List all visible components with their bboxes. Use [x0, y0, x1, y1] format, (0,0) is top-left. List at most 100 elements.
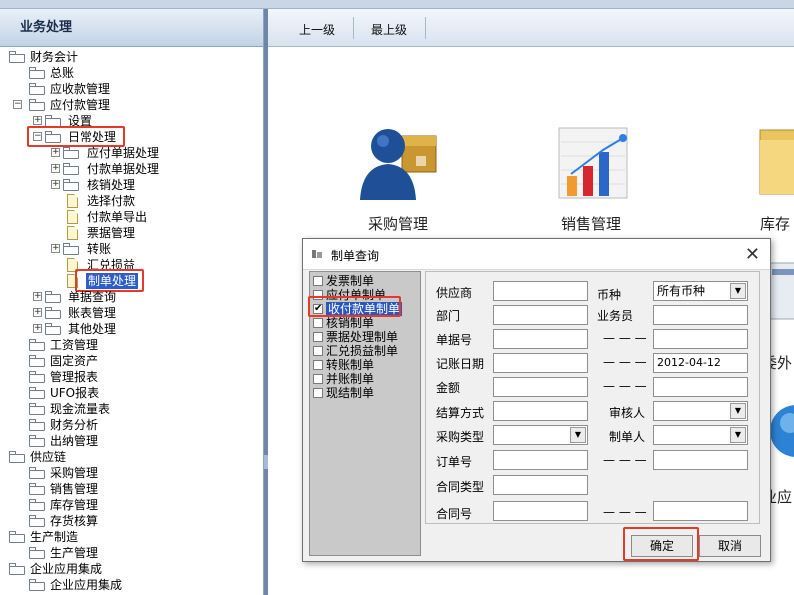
expand-icon[interactable]: + — [51, 164, 60, 173]
range-separator: — — — — [603, 453, 647, 467]
highlight-box — [623, 527, 699, 561]
voucher-type-label: 发票制单 — [326, 274, 375, 288]
dropdown-arrow-icon[interactable]: ▼ — [730, 283, 746, 299]
range-separator: — — — — [603, 505, 647, 519]
folder-icon — [29, 435, 45, 447]
currency-label: 币种 — [597, 288, 622, 302]
amount-label: 金额 — [436, 381, 461, 395]
amount-to-field[interactable] — [653, 377, 748, 397]
voucher-type-label: 汇兑损益制单 — [326, 344, 399, 358]
folder-icon — [759, 129, 794, 195]
checkbox[interactable] — [313, 346, 323, 356]
query-form: 供应商 币种 所有币种 ▼ 部门 业务员 单据号 — — — 记账日期 — — —… — [425, 271, 760, 524]
dropdown-arrow-icon[interactable]: ▼ — [570, 427, 586, 443]
folder-icon — [29, 339, 45, 351]
dropdown-arrow-icon[interactable]: ▼ — [730, 427, 746, 443]
doc-no-to-field[interactable] — [653, 329, 748, 349]
expand-icon[interactable]: + — [51, 244, 60, 253]
close-icon[interactable]: ✕ — [745, 244, 760, 265]
highlight-box — [308, 296, 401, 317]
amount-from-field[interactable] — [493, 377, 588, 397]
contract-type-field[interactable] — [493, 475, 588, 495]
contract-no-label: 合同号 — [436, 507, 473, 521]
supplier-field[interactable] — [493, 281, 588, 301]
expand-icon[interactable]: + — [51, 148, 60, 157]
doc-no-from-field[interactable] — [493, 329, 588, 349]
voucher-type-label: 转账制单 — [326, 358, 375, 372]
post-date-to-field[interactable]: 2012-04-12 — [653, 353, 748, 373]
maker-label: 制单人 — [609, 430, 646, 444]
module-purchase[interactable]: 采购管理 — [348, 120, 448, 235]
settle-method-label: 结算方式 — [436, 406, 485, 420]
dropdown-arrow-icon[interactable]: ▼ — [730, 403, 746, 419]
dialog-titlebar[interactable]: 制单查询 ✕ — [303, 239, 770, 270]
folder-icon — [63, 243, 79, 255]
range-separator: — — — — [603, 379, 647, 393]
top-strip — [0, 0, 794, 9]
checkbox[interactable] — [313, 360, 323, 370]
department-field[interactable] — [493, 305, 588, 325]
auditor-label: 审核人 — [609, 406, 646, 420]
document-icon — [67, 210, 78, 224]
folder-icon — [63, 163, 79, 175]
business-panel: 业务处理 财务会计 总账 应收款管理 − 应付款管理 + 设置 − 日常处理 +… — [0, 9, 264, 595]
checkbox[interactable] — [313, 318, 323, 328]
folder-icon — [29, 499, 45, 511]
folder-icon — [29, 547, 45, 559]
auditor-select[interactable]: ▼ — [653, 401, 748, 421]
toolbar: 上一级 最上级 — [268, 9, 794, 47]
folder-icon — [29, 99, 45, 111]
folder-icon — [29, 371, 45, 383]
contract-no-from-field[interactable] — [493, 501, 588, 521]
expand-icon[interactable]: + — [33, 308, 42, 317]
folder-icon — [29, 579, 45, 591]
top-level-button[interactable]: 最上级 — [371, 21, 407, 38]
dialog-title: 制单查询 — [331, 249, 380, 263]
checkbox[interactable] — [313, 388, 323, 398]
expand-icon[interactable]: + — [33, 116, 42, 125]
cancel-button[interactable]: 取消 — [699, 535, 761, 557]
folder-icon — [29, 83, 45, 95]
folder-icon — [29, 515, 45, 527]
post-date-from-field[interactable] — [493, 353, 588, 373]
voucher-query-dialog: 制单查询 ✕ 发票制单 应付单制单 ✔ 收付款单制单 核销制单 票据处理制单 汇兑损益制单转… — [302, 238, 771, 562]
app-icon — [312, 250, 322, 258]
contract-type-label: 合同类型 — [436, 480, 485, 494]
order-no-to-field[interactable] — [653, 450, 748, 470]
collapse-icon[interactable]: − — [13, 100, 22, 109]
toolbar-separator — [425, 17, 426, 39]
folder-icon — [29, 67, 45, 79]
expand-icon[interactable]: + — [33, 324, 42, 333]
range-separator: — — — — [603, 331, 647, 345]
expand-icon[interactable]: + — [33, 292, 42, 301]
order-no-from-field[interactable] — [493, 450, 588, 470]
voucher-type-label: 核销制单 — [326, 316, 375, 330]
currency-select[interactable]: 所有币种 ▼ — [653, 281, 748, 301]
expand-icon[interactable]: + — [51, 180, 60, 189]
checkbox[interactable] — [313, 276, 323, 286]
purchase-icon — [360, 129, 437, 200]
contract-no-to-field[interactable] — [653, 501, 748, 521]
maker-select[interactable]: ▼ — [653, 425, 748, 445]
supplier-label: 供应商 — [436, 286, 473, 300]
module-sales[interactable]: 销售管理 — [541, 120, 641, 235]
panel-title: 业务处理 — [0, 9, 263, 47]
module-inventory[interactable]: 库存 — [734, 120, 794, 235]
folder-icon — [29, 403, 45, 415]
nav-tree: 财务会计 总账 应收款管理 − 应付款管理 + 设置 − 日常处理 + 应付单据… — [0, 48, 263, 595]
checkbox[interactable] — [313, 374, 323, 384]
order-no-label: 订单号 — [436, 455, 473, 469]
voucher-type-label: 并账制单 — [326, 372, 375, 386]
settle-method-field[interactable] — [493, 401, 588, 421]
highlight-box — [27, 126, 125, 147]
folder-icon — [29, 483, 45, 495]
folder-icon — [9, 51, 25, 63]
folder-icon — [29, 419, 45, 431]
up-level-button[interactable]: 上一级 — [299, 21, 335, 38]
purchase-type-select[interactable]: ▼ — [493, 425, 588, 445]
checkbox[interactable] — [313, 332, 323, 342]
folder-icon — [45, 291, 61, 303]
salesperson-field[interactable] — [653, 305, 748, 325]
purchase-type-label: 采购类型 — [436, 430, 485, 444]
folder-icon — [45, 323, 61, 335]
